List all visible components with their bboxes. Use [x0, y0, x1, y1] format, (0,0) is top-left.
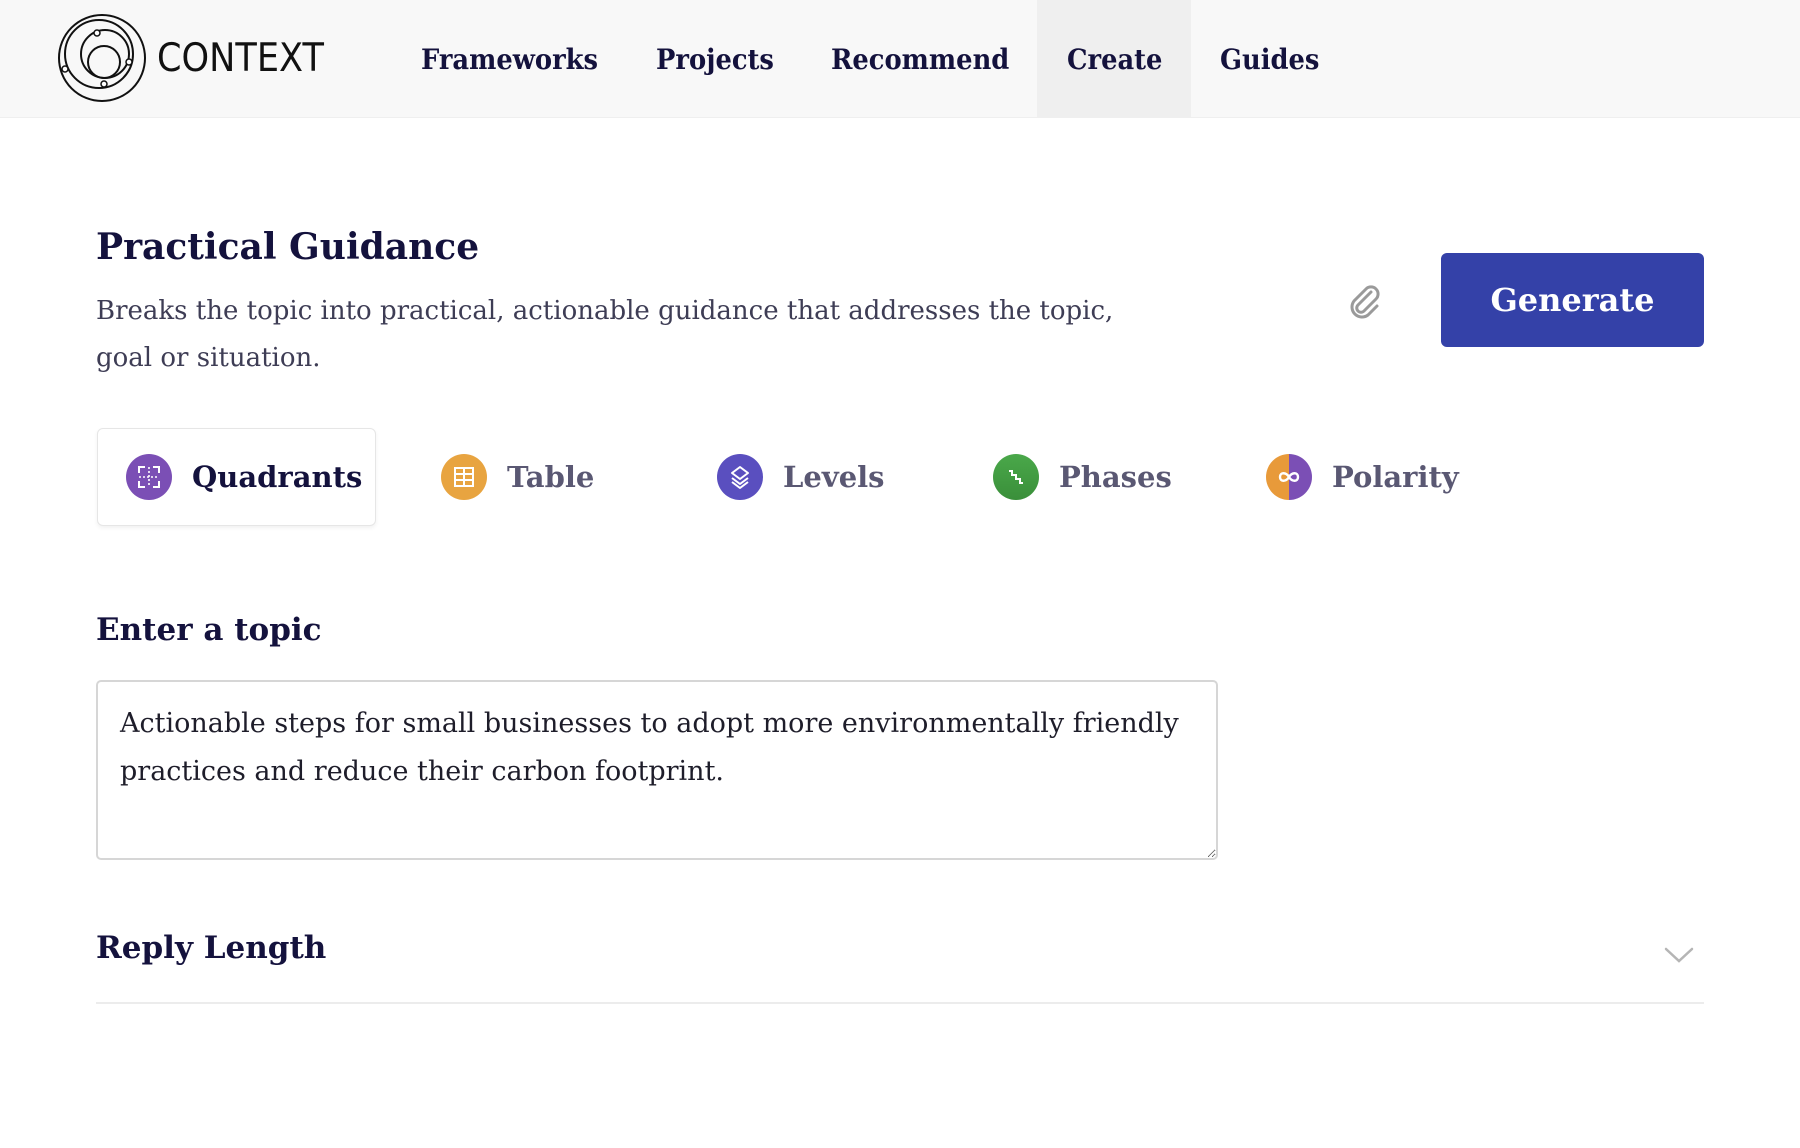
tab-table[interactable]: Table — [441, 428, 594, 526]
topic-input[interactable] — [96, 680, 1218, 860]
nav-recommend[interactable]: Recommend — [831, 0, 1025, 118]
chevron-down-icon — [1664, 947, 1694, 963]
paperclip-icon — [1350, 285, 1380, 319]
top-navigation: CONTEXT Frameworks Projects Recommend Cr… — [0, 0, 1800, 118]
section-divider — [96, 1002, 1704, 1004]
tab-levels[interactable]: Levels — [717, 428, 885, 526]
tab-polarity-label: Polarity — [1332, 460, 1459, 494]
layers-icon — [717, 454, 763, 500]
reply-length-toggle[interactable]: Reply Length — [96, 930, 1704, 1004]
table-icon — [441, 454, 487, 500]
infinity-icon — [1266, 454, 1312, 500]
page-title-text: Practical Guidance — [96, 226, 480, 268]
page-title: Practical Guidance — [96, 226, 479, 268]
quadrants-icon — [126, 454, 172, 500]
tab-quadrants-label: Quadrants — [192, 460, 363, 494]
tab-quadrants[interactable]: Quadrants — [97, 428, 376, 526]
brand-name: CONTEXT — [157, 35, 324, 81]
nav-guides-label: Guides — [1220, 42, 1320, 76]
tab-phases[interactable]: Phases — [993, 428, 1172, 526]
nav-frameworks[interactable]: Frameworks — [421, 0, 613, 118]
nav-projects-label: Projects — [656, 42, 774, 76]
nav-create-label: Create — [1067, 42, 1163, 76]
tab-polarity[interactable]: Polarity — [1266, 428, 1459, 526]
tab-table-label: Table — [507, 460, 595, 494]
page-description: Breaks the topic into practical, actiona… — [96, 296, 1114, 373]
nav-recommend-label: Recommend — [831, 42, 1010, 76]
nav-frameworks-label: Frameworks — [421, 42, 599, 76]
generate-button[interactable]: Generate — [1441, 253, 1704, 347]
nav-guides[interactable]: Guides — [1220, 0, 1328, 118]
tab-phases-label: Phases — [1059, 460, 1172, 494]
tab-levels-label: Levels — [783, 460, 885, 494]
brand-logo[interactable]: CONTEXT — [55, 12, 342, 104]
stairs-icon — [993, 454, 1039, 500]
attach-button[interactable] — [1346, 282, 1384, 320]
nav-create[interactable]: Create — [1037, 0, 1191, 118]
topic-label: Enter a topic — [96, 612, 322, 648]
reply-length-label: Reply Length — [96, 930, 327, 966]
nav-projects[interactable]: Projects — [656, 0, 784, 118]
orbit-logo-icon — [58, 14, 146, 102]
